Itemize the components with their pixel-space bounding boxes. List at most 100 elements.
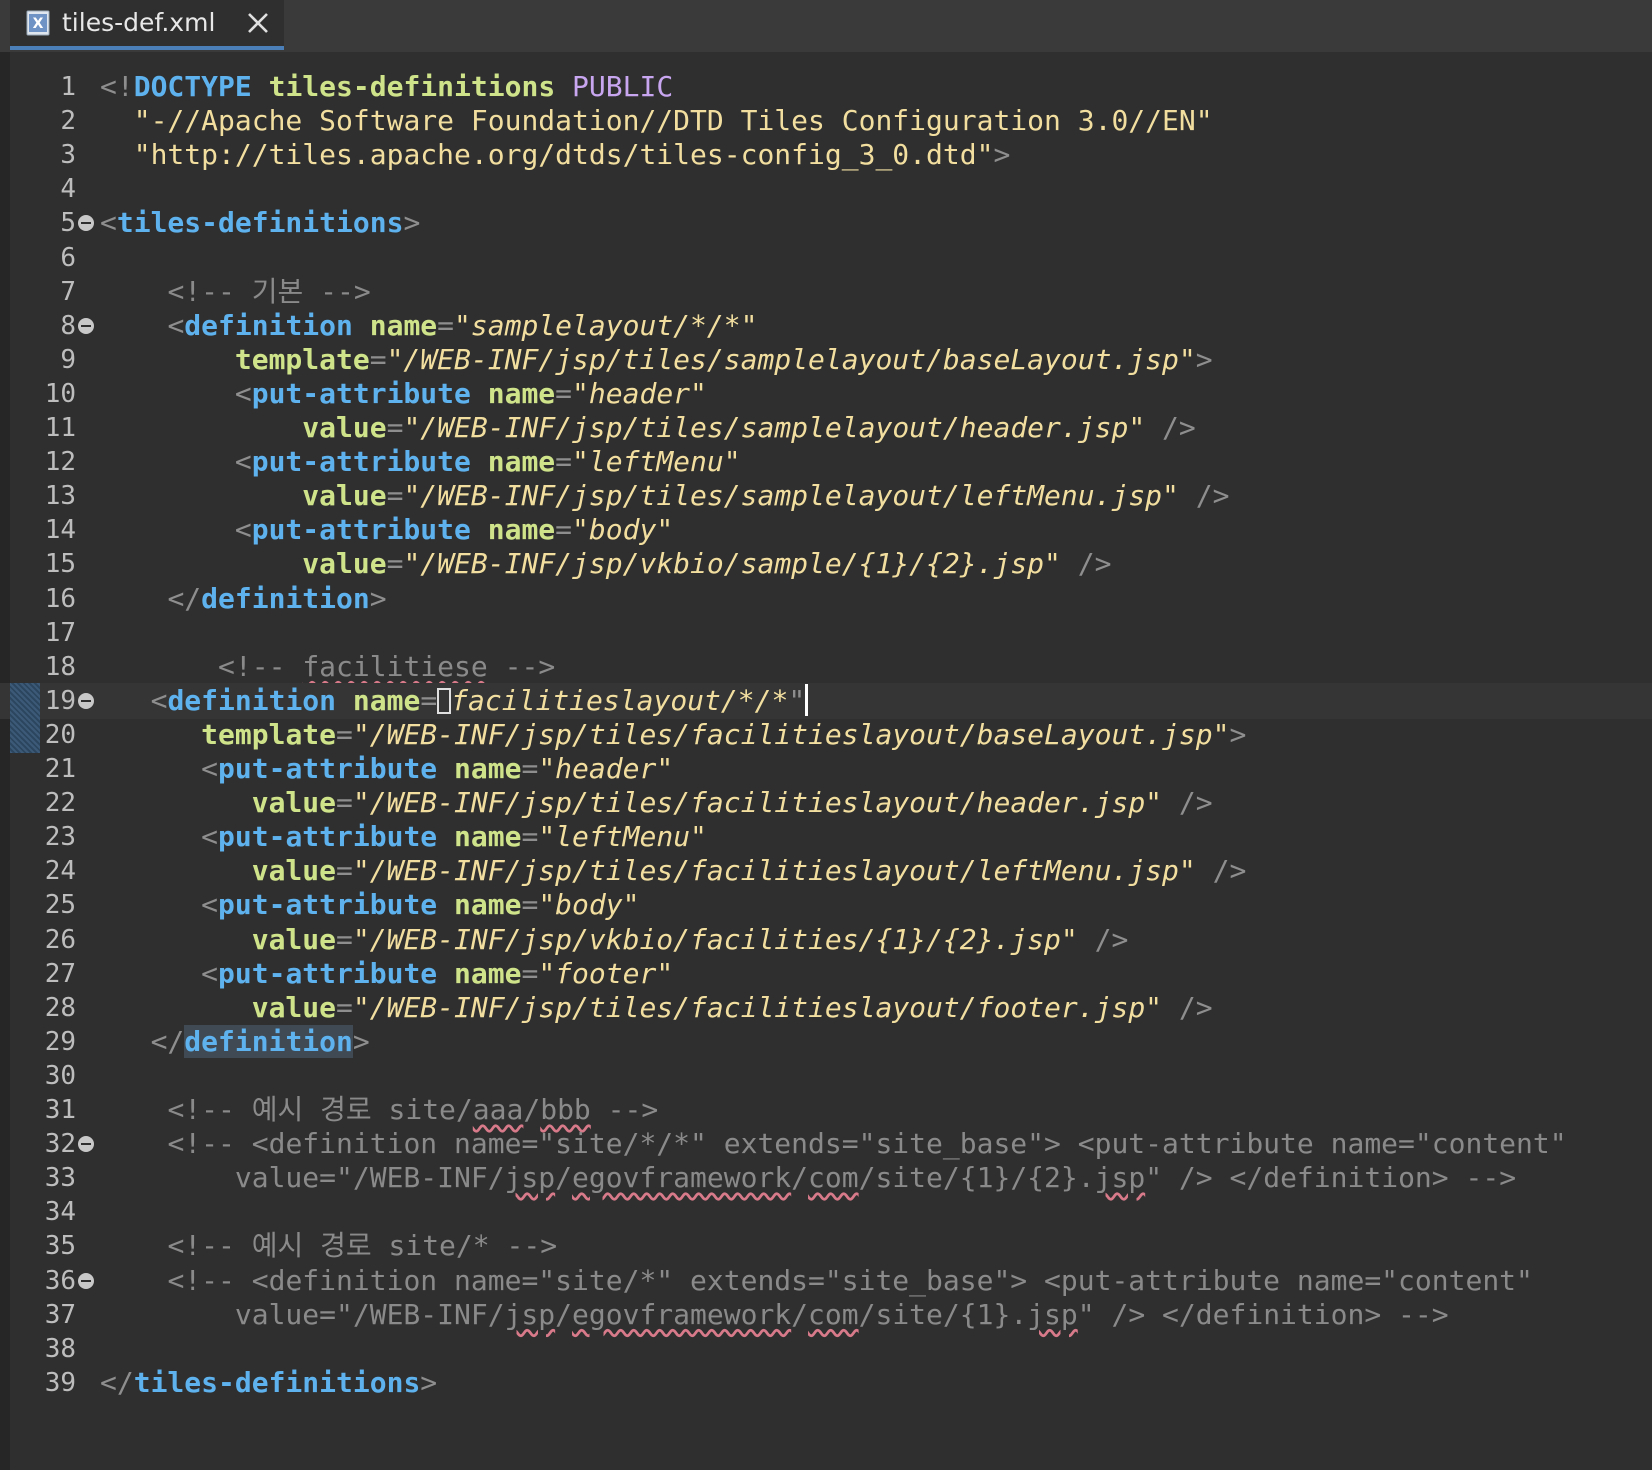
punctuation: " xyxy=(788,683,806,717)
punctuation: < xyxy=(201,752,219,785)
code-line-15[interactable]: 15 value="/WEB-INF/jsp/vkbio/sample/{1}/… xyxy=(0,546,1652,582)
punctuation: = xyxy=(369,342,387,376)
fold-toggle-icon[interactable] xyxy=(78,1272,94,1289)
attribute-value: "leftMenu" xyxy=(572,445,741,479)
code-line-18[interactable]: 18 <!-- facilitiese --> xyxy=(0,649,1652,685)
punctuation: = xyxy=(555,445,573,479)
code-line-20[interactable]: 20 template="/WEB-INF/jsp/tiles/faciliti… xyxy=(0,716,1652,753)
comment-text: /site/{1}/{2}. xyxy=(858,1161,1095,1195)
code-text: template="/WEB-INF/jsp/tiles/facilitiesl… xyxy=(100,717,1246,753)
code-text: "-//Apache Software Foundation//DTD Tile… xyxy=(100,103,1213,139)
line-number: 35 xyxy=(44,1231,76,1262)
code-line-3[interactable]: 3 "http://tiles.apache.org/dtds/tiles-co… xyxy=(0,137,1652,173)
code-line-17[interactable]: 17 xyxy=(0,615,1652,651)
punctuation: = xyxy=(521,888,539,922)
attribute-name: name xyxy=(454,752,522,785)
line-number: 25 xyxy=(44,890,76,921)
code-line-7[interactable]: 7 <!-- 기본 --> xyxy=(0,274,1652,310)
code-line-33[interactable]: 33 value="/WEB-INF/jsp/egovframework/com… xyxy=(0,1160,1652,1196)
code-line-36[interactable]: 36 <!-- <definition name="site/*" extend… xyxy=(0,1263,1652,1299)
code-line-10[interactable]: 10 <put-attribute name="header" xyxy=(0,376,1652,412)
comment-misspelled-word: com xyxy=(808,1297,859,1331)
code-line-28[interactable]: 28 value="/WEB-INF/jsp/tiles/facilitiesl… xyxy=(0,990,1652,1026)
punctuation: </ xyxy=(167,581,202,615)
punctuation: < xyxy=(234,445,252,479)
matching-quote-box xyxy=(437,687,452,714)
code-text: <put-attribute name="leftMenu" xyxy=(100,819,707,855)
fold-toggle-icon[interactable] xyxy=(78,1136,94,1153)
comment-misspelled-word: jsp xyxy=(1027,1297,1078,1331)
punctuation: /> xyxy=(1212,854,1247,888)
code-line-8[interactable]: 8 <definition name="samplelayout/*/*" xyxy=(0,308,1652,344)
code-line-29[interactable]: 29 </definition> xyxy=(0,1024,1652,1060)
code-line-9[interactable]: 9 template="/WEB-INF/jsp/tiles/samplelay… xyxy=(0,342,1652,378)
code-line-21[interactable]: 21 <put-attribute name="header" xyxy=(0,751,1652,787)
tab-tiles-def-xml[interactable]: X tiles-def.xml xyxy=(10,0,284,50)
code-line-25[interactable]: 25 <put-attribute name="body" xyxy=(0,887,1652,923)
fold-toggle-icon[interactable] xyxy=(78,692,94,709)
code-line-5[interactable]: 5 <tiles-definitions> xyxy=(0,205,1652,241)
fold-toggle-icon[interactable] xyxy=(78,215,94,232)
code-line-22[interactable]: 22 value="/WEB-INF/jsp/tiles/facilitiesl… xyxy=(0,785,1652,821)
code-text: <!-- 예시 경로 site/* --> xyxy=(100,1228,557,1264)
comment-text: " /> </definition> --> xyxy=(1145,1161,1517,1195)
code-line-37[interactable]: 37 value="/WEB-INF/jsp/egovframework/com… xyxy=(0,1297,1652,1333)
code-line-19[interactable]: 19 <definition name= facilitieslayout/*/*… xyxy=(0,682,1652,719)
punctuation: = xyxy=(386,411,404,444)
fold-toggle-icon[interactable] xyxy=(78,317,94,334)
code-line-12[interactable]: 12 <put-attribute name="leftMenu" xyxy=(0,444,1652,480)
code-line-23[interactable]: 23 <put-attribute name="leftMenu" xyxy=(0,819,1652,855)
keyword: PUBLIC xyxy=(572,70,674,103)
code-line-27[interactable]: 27 <put-attribute name="footer" xyxy=(0,956,1652,992)
comment-misspelled-word: egovframework xyxy=(572,1161,792,1195)
close-icon[interactable] xyxy=(246,11,270,35)
code-line-24[interactable]: 24 value="/WEB-INF/jsp/tiles/facilitiesl… xyxy=(0,853,1652,889)
doctype-string: "-//Apache Software Foundation//DTD Tile… xyxy=(133,104,1213,138)
code-editor[interactable]: 1 <!DOCTYPE tiles-definitions PUBLIC 2 "-/… xyxy=(0,52,1652,1470)
xml-file-icon: X xyxy=(26,10,50,36)
code-line-13[interactable]: 13 value="/WEB-INF/jsp/tiles/samplelayou… xyxy=(0,478,1652,514)
code-text: value="/WEB-INF/jsp/tiles/facilitieslayo… xyxy=(100,990,1213,1026)
line-number: 22 xyxy=(44,788,76,819)
code-line-14[interactable]: 14 <put-attribute name="body" xyxy=(0,512,1652,548)
punctuation: = xyxy=(336,786,353,820)
punctuation: /> xyxy=(1094,922,1129,956)
line-number: 1 xyxy=(60,72,76,102)
punctuation: = xyxy=(555,513,573,547)
code-line-39[interactable]: 39 </tiles-definitions> xyxy=(0,1365,1652,1401)
code-line-38[interactable]: 38 xyxy=(0,1331,1652,1367)
code-line-31[interactable]: 31 <!-- 예시 경로 site/aaa/bbb --> xyxy=(0,1092,1652,1128)
code-line-6[interactable]: 6 xyxy=(0,240,1652,276)
code-line-2[interactable]: 2 "-//Apache Software Foundation//DTD Ti… xyxy=(0,103,1652,139)
code-text: value="/WEB-INF/jsp/vkbio/sample/{1}/{2}… xyxy=(100,546,1111,582)
code-line-30[interactable]: 30 xyxy=(0,1058,1652,1094)
code-line-26[interactable]: 26 value="/WEB-INF/jsp/vkbio/facilities/… xyxy=(0,922,1652,958)
code-line-16[interactable]: 16 </definition> xyxy=(0,581,1652,617)
line-number: 14 xyxy=(44,515,76,546)
comment-text: / xyxy=(555,1297,573,1331)
attribute-value: "/WEB-INF/jsp/tiles/facilitieslayout/lef… xyxy=(352,854,1196,888)
line-number: 6 xyxy=(60,242,76,273)
punctuation: = xyxy=(336,922,353,956)
code-line-4[interactable]: 4 xyxy=(0,171,1652,207)
code-line-35[interactable]: 35 <!-- 예시 경로 site/* --> xyxy=(0,1228,1652,1264)
code-line-34[interactable]: 34 xyxy=(0,1194,1652,1230)
code-line-11[interactable]: 11 value="/WEB-INF/jsp/tiles/samplelayou… xyxy=(0,410,1652,446)
code-line-1[interactable]: 1 <!DOCTYPE tiles-definitions PUBLIC xyxy=(0,69,1652,105)
code-line-32[interactable]: 32 <!-- <definition name="site/*/*" exte… xyxy=(0,1126,1652,1162)
comment-text: / xyxy=(523,1093,541,1126)
code-text: <put-attribute name="body" xyxy=(100,512,673,548)
